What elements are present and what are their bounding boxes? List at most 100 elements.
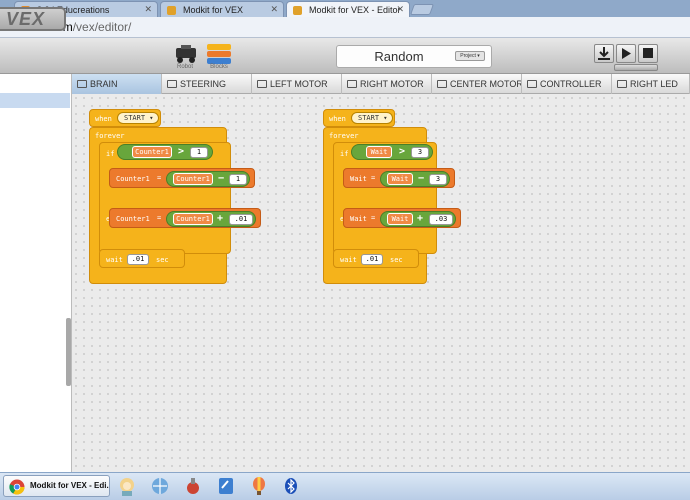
controller-icon [527,80,537,88]
project-dropdown[interactable]: Project ▾ [455,51,485,61]
variable-label: Counter1 [116,215,150,223]
robot-icon[interactable] [172,42,200,66]
variable-pill[interactable]: Wait [387,173,413,185]
math-block[interactable]: Counter1 − 1 [166,171,250,187]
event-dropdown[interactable]: START ▾ [117,112,159,124]
equals-label: = [371,174,376,182]
play-button[interactable] [616,44,636,63]
wait-label: wait [106,256,123,264]
if-label: if [106,150,115,158]
when-label: when [329,115,346,123]
variable-pill[interactable]: Wait [387,213,413,225]
left-pane-scrollbar[interactable] [66,318,71,386]
tab-label: RIGHT MOTOR [360,79,424,89]
tools-app-icon[interactable] [183,476,203,496]
tab-left-motor[interactable]: LEFT MOTOR [252,74,342,94]
variable-pill[interactable]: Counter1 [173,213,213,225]
play-icon [622,48,631,59]
address-bar[interactable]: w.modkit.com/vex/editor/ [0,17,690,38]
when-start-block[interactable]: when START ▾ [323,109,395,127]
variable-pill[interactable]: Counter1 [132,146,172,158]
operator-label: > [178,146,185,157]
download-icon [598,47,610,60]
browser-tab-editor[interactable]: Modkit for VEX - Editor ✕ [286,1,410,17]
new-tab-button[interactable] [409,4,435,15]
wait-block[interactable]: wait .01 sec [333,249,419,268]
chrome-icon [9,479,25,495]
value-input[interactable]: 1 [229,174,247,185]
variable-label: Wait [350,175,367,183]
value-input[interactable]: .03 [429,214,453,225]
set-variable-block[interactable]: Counter1 = Counter1 − 1 [109,168,255,188]
operator-label: − [218,173,225,184]
blocks-label: Blocks [210,64,228,70]
sec-label: sec [390,256,403,264]
led-icon [617,80,627,88]
browser-tab-title: Modkit for VEX - Editor [309,5,401,15]
motor-icon [347,80,357,88]
tab-steering[interactable]: STEERING [162,74,252,94]
steering-icon [167,80,177,88]
compare-block[interactable]: Wait > 3 [351,144,433,160]
forever-label: forever [95,132,125,140]
wait-block[interactable]: wait .01 sec [99,249,185,268]
tab-label: RIGHT LED [630,79,678,89]
math-block[interactable]: Counter1 + .01 [166,211,256,227]
avatar-app-icon[interactable] [117,476,137,496]
device-tabs: BRAIN STEERING LEFT MOTOR RIGHT MOTOR CE… [72,74,690,94]
value-input[interactable]: 3 [411,147,429,158]
modkit-favicon-icon [167,6,176,15]
forever-label: forever [329,132,359,140]
globe-app-icon[interactable] [150,476,170,496]
close-tab-icon[interactable]: ✕ [270,4,278,15]
event-dropdown[interactable]: START ▾ [351,112,393,124]
math-block[interactable]: Wait + .03 [380,211,456,227]
run-options-dropdown[interactable] [614,64,658,71]
when-start-block[interactable]: when START ▾ [89,109,161,127]
tab-right-motor[interactable]: RIGHT MOTOR [342,74,432,94]
balloon-app-icon[interactable] [249,476,269,496]
variable-pill[interactable]: Counter1 [173,173,213,185]
tab-controller[interactable]: CONTROLLER [522,74,612,94]
motor-icon [437,80,447,88]
math-block[interactable]: Wait − 3 [380,171,450,187]
set-variable-block[interactable]: Wait = Wait + .03 [343,208,461,228]
stop-button[interactable] [638,44,658,63]
bluetooth-icon[interactable] [281,476,301,496]
set-variable-block[interactable]: Wait = Wait − 3 [343,168,455,188]
set-variable-block[interactable]: Counter1 = Counter1 + .01 [109,208,261,228]
blocks-icon[interactable] [205,42,233,66]
block-canvas[interactable]: when START ▾ forever if else Counter1 > … [72,94,690,472]
tab-center-motor[interactable]: CENTER MOTOR [432,74,522,94]
tab-label: CENTER MOTOR [450,79,522,89]
close-tab-icon[interactable]: ✕ [144,4,152,15]
value-input[interactable]: 3 [429,174,447,185]
browser-tab-modkit[interactable]: Modkit for VEX ✕ [160,1,284,17]
variable-label: Wait [350,215,367,223]
tab-right-led[interactable]: RIGHT LED [612,74,690,94]
browser-tab-title: Modkit for VEX [183,5,244,15]
notes-app-icon[interactable] [216,476,236,496]
value-input[interactable]: 1 [190,147,208,158]
taskbar-chrome-window[interactable]: Modkit for VEX - Edi... [3,475,110,497]
download-button[interactable] [594,44,614,63]
equals-label: = [157,174,162,182]
compare-block[interactable]: Counter1 > 1 [117,144,213,160]
wait-input[interactable]: .01 [361,254,383,265]
brain-icon [77,80,87,88]
close-tab-icon[interactable]: ✕ [396,4,404,15]
variable-pill[interactable]: Wait [366,146,392,158]
tab-brain[interactable]: BRAIN [72,74,162,94]
browser-tab-strip: 8.2 | Educreations ✕ Modkit for VEX ✕ Mo… [0,0,690,17]
left-pane-selected-row[interactable] [0,93,70,108]
sec-label: sec [156,256,169,264]
value-input[interactable]: .01 [229,214,253,225]
taskbar-window-title: Modkit for VEX - Edi... [30,481,110,490]
modkit-favicon-icon [293,6,302,15]
robot-label: Robot [176,64,193,70]
operator-label: − [418,173,425,184]
wait-input[interactable]: .01 [127,254,149,265]
when-label: when [95,115,112,123]
wait-label: wait [340,256,357,264]
left-pane [0,74,72,472]
